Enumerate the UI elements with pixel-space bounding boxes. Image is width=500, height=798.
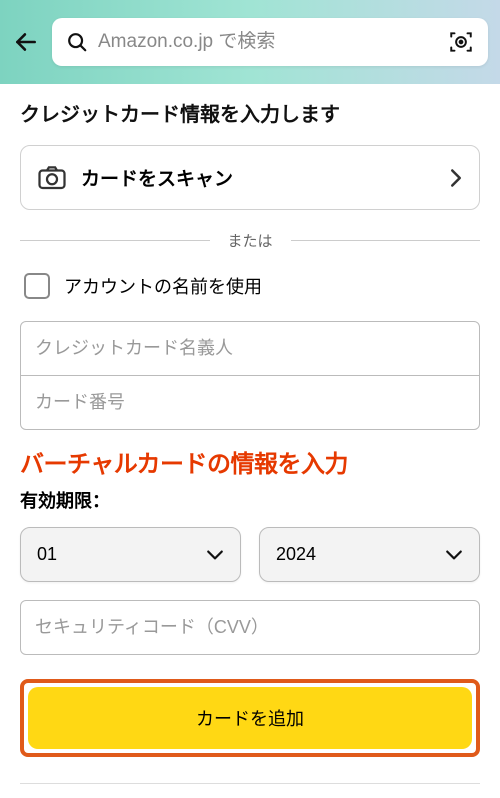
- expiry-year-select[interactable]: 2024: [259, 527, 480, 582]
- expiry-selects: 01 2024: [20, 527, 480, 582]
- search-bar[interactable]: [52, 18, 488, 66]
- use-account-name-label: アカウントの名前を使用: [64, 273, 262, 299]
- cardholder-name-field[interactable]: [20, 321, 480, 376]
- chevron-down-icon: [445, 549, 463, 561]
- bottom-divider: [20, 783, 480, 784]
- search-input[interactable]: [98, 31, 438, 53]
- chevron-down-icon: [206, 549, 224, 561]
- scan-card-button[interactable]: カードをスキャン: [20, 145, 480, 210]
- divider-line: [291, 240, 481, 241]
- annotation-overlay: バーチャルカードの情報を入力: [20, 444, 480, 479]
- use-account-name-row: アカウントの名前を使用: [20, 273, 480, 299]
- cvv-field[interactable]: [20, 600, 480, 655]
- chevron-right-icon: [449, 168, 463, 188]
- scan-card-label: カードをスキャン: [81, 164, 435, 191]
- use-account-name-checkbox[interactable]: [24, 273, 50, 299]
- camera-icon: [37, 165, 67, 191]
- card-fields: [20, 321, 480, 430]
- expiry-month-select[interactable]: 01: [20, 527, 241, 582]
- camera-lens-icon[interactable]: [448, 29, 474, 55]
- submit-highlight: カードを追加: [20, 679, 480, 757]
- arrow-left-icon: [13, 29, 39, 55]
- search-icon: [66, 31, 88, 53]
- page-title: クレジットカード情報を入力します: [20, 98, 480, 127]
- app-header: [0, 0, 500, 84]
- expiry-year-value: 2024: [276, 544, 316, 565]
- back-button[interactable]: [12, 28, 40, 56]
- expiry-label: 有効期限：: [20, 487, 480, 513]
- card-number-field[interactable]: [20, 375, 480, 430]
- add-card-button[interactable]: カードを追加: [28, 687, 472, 749]
- form-content: クレジットカード情報を入力します カードをスキャン または アカウントの名前を使…: [0, 84, 500, 798]
- divider-text: または: [228, 230, 273, 251]
- divider-line: [20, 240, 210, 241]
- expiry-month-value: 01: [37, 544, 57, 565]
- or-divider: または: [20, 230, 480, 251]
